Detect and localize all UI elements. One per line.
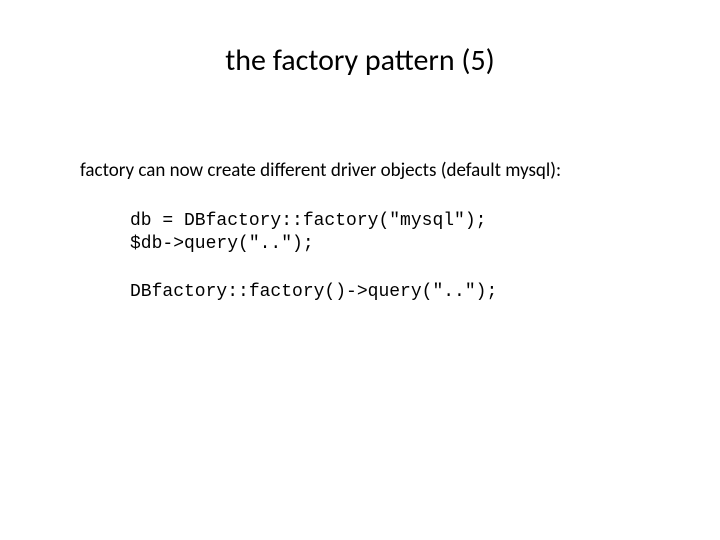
code-line: db = DBfactory::factory("mysql"); xyxy=(130,211,486,231)
code-line: DBfactory::factory()->query(".."); xyxy=(130,282,497,302)
code-line: $db->query(".."); xyxy=(130,234,314,254)
code-block-2: DBfactory::factory()->query(".."); xyxy=(130,281,660,304)
slide-title: the factory pattern (5) xyxy=(60,42,660,79)
body-text: factory can now create different driver … xyxy=(80,159,660,182)
slide: the factory pattern (5) factory can now … xyxy=(0,0,720,540)
code-block-1: db = DBfactory::factory("mysql"); $db->q… xyxy=(130,210,660,255)
